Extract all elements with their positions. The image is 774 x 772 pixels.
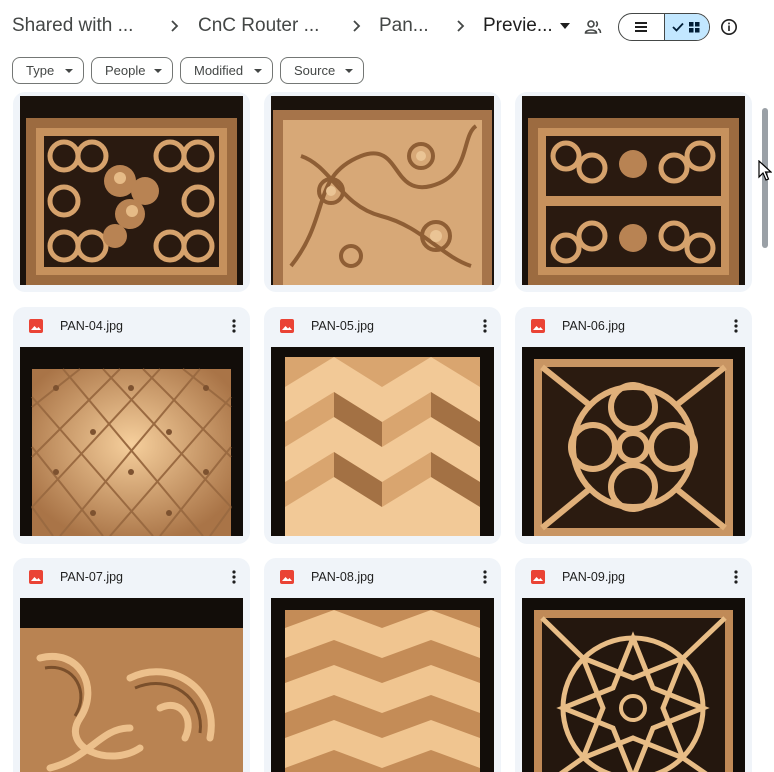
file-thumbnail bbox=[271, 96, 494, 285]
filter-source-label: Source bbox=[294, 63, 336, 78]
filter-source-chip[interactable]: Source bbox=[280, 57, 364, 84]
file-thumbnail bbox=[20, 598, 243, 772]
acanthus-leaf-panel-image bbox=[20, 598, 243, 772]
file-thumbnail bbox=[522, 96, 745, 285]
breadcrumb-pan[interactable]: Pan... bbox=[379, 15, 429, 37]
islamic-star-lattice-panel-image bbox=[522, 598, 745, 772]
breadcrumb-current-folder[interactable]: Previe... bbox=[483, 15, 553, 37]
filter-modified-chip[interactable]: Modified bbox=[180, 57, 273, 84]
filter-type-label: Type bbox=[26, 63, 55, 78]
image-file-icon bbox=[531, 319, 545, 333]
image-file-icon bbox=[29, 570, 43, 584]
shared-people-icon[interactable] bbox=[584, 18, 602, 36]
breadcrumb-shared-with-me[interactable]: Shared with ... bbox=[12, 15, 133, 37]
file-card[interactable]: PAN-06.jpg bbox=[515, 307, 752, 544]
file-thumbnail bbox=[522, 347, 745, 536]
more-options-icon[interactable] bbox=[231, 569, 237, 585]
file-card[interactable]: PAN-07.jpg bbox=[13, 558, 250, 772]
file-card-header: PAN-06.jpg bbox=[515, 307, 752, 345]
chevron-right-icon bbox=[171, 20, 179, 32]
file-thumbnail bbox=[271, 347, 494, 536]
image-file-icon bbox=[280, 319, 294, 333]
gothic-tracery-panel-image bbox=[522, 347, 745, 536]
more-options-icon[interactable] bbox=[733, 318, 739, 334]
caret-down-icon[interactable] bbox=[560, 22, 570, 30]
file-card[interactable]: PAN-04.jpg bbox=[13, 307, 250, 544]
file-card[interactable] bbox=[13, 92, 250, 292]
file-name: PAN-06.jpg bbox=[562, 319, 625, 333]
file-thumbnail bbox=[20, 347, 243, 536]
view-toggle bbox=[618, 13, 710, 41]
info-icon[interactable] bbox=[720, 18, 738, 36]
image-file-icon bbox=[280, 570, 294, 584]
image-file-icon bbox=[531, 570, 545, 584]
floral-scroll-panel-image bbox=[271, 96, 494, 285]
drive-folder-view: Shared with ... CnC Router ... Pan... Pr… bbox=[0, 0, 774, 772]
zigzag-prism-panel-image bbox=[271, 347, 494, 536]
chevron-right-icon bbox=[457, 20, 465, 32]
file-card-header: PAN-07.jpg bbox=[13, 558, 250, 596]
chevron-right-icon bbox=[353, 20, 361, 32]
file-card[interactable]: PAN-08.jpg bbox=[264, 558, 501, 772]
chevron-wave-panel-image bbox=[271, 598, 494, 772]
file-card-header: PAN-08.jpg bbox=[264, 558, 501, 596]
breadcrumb: Shared with ... CnC Router ... Pan... Pr… bbox=[0, 0, 774, 56]
file-thumbnail bbox=[271, 598, 494, 772]
celtic-knot-panel-image bbox=[20, 96, 243, 285]
grid-icon bbox=[672, 22, 700, 33]
dropdown-arrow-icon bbox=[345, 69, 353, 73]
grid-view-button[interactable] bbox=[663, 14, 709, 40]
breadcrumb-cnc-router[interactable]: CnC Router ... bbox=[198, 15, 319, 37]
file-card[interactable]: PAN-09.jpg bbox=[515, 558, 752, 772]
file-thumbnail bbox=[522, 598, 745, 772]
file-thumbnail bbox=[20, 96, 243, 285]
double-celtic-knot-panel-image bbox=[522, 96, 745, 285]
dropdown-arrow-icon bbox=[154, 69, 162, 73]
file-name: PAN-04.jpg bbox=[60, 319, 123, 333]
file-card-header: PAN-04.jpg bbox=[13, 307, 250, 345]
filter-modified-label: Modified bbox=[194, 63, 244, 78]
file-name: PAN-07.jpg bbox=[60, 570, 123, 584]
image-file-icon bbox=[29, 319, 43, 333]
file-card[interactable] bbox=[515, 92, 752, 292]
file-card-header: PAN-09.jpg bbox=[515, 558, 752, 596]
file-card-header: PAN-05.jpg bbox=[264, 307, 501, 345]
file-name: PAN-09.jpg bbox=[562, 570, 625, 584]
file-card[interactable] bbox=[264, 92, 501, 292]
filter-type-chip[interactable]: Type bbox=[12, 57, 84, 84]
file-name: PAN-08.jpg bbox=[311, 570, 374, 584]
more-options-icon[interactable] bbox=[733, 569, 739, 585]
mouse-cursor-icon bbox=[758, 160, 772, 181]
more-options-icon[interactable] bbox=[231, 318, 237, 334]
file-name: PAN-05.jpg bbox=[311, 319, 374, 333]
filter-people-chip[interactable]: People bbox=[91, 57, 173, 84]
more-options-icon[interactable] bbox=[482, 569, 488, 585]
dropdown-arrow-icon bbox=[254, 69, 262, 73]
list-icon bbox=[635, 22, 648, 32]
more-options-icon[interactable] bbox=[482, 318, 488, 334]
list-view-button[interactable] bbox=[619, 14, 664, 40]
file-card[interactable]: PAN-05.jpg bbox=[264, 307, 501, 544]
filter-people-label: People bbox=[105, 63, 146, 78]
dropdown-arrow-icon bbox=[65, 69, 73, 73]
tufted-diamond-panel-image bbox=[20, 347, 243, 536]
